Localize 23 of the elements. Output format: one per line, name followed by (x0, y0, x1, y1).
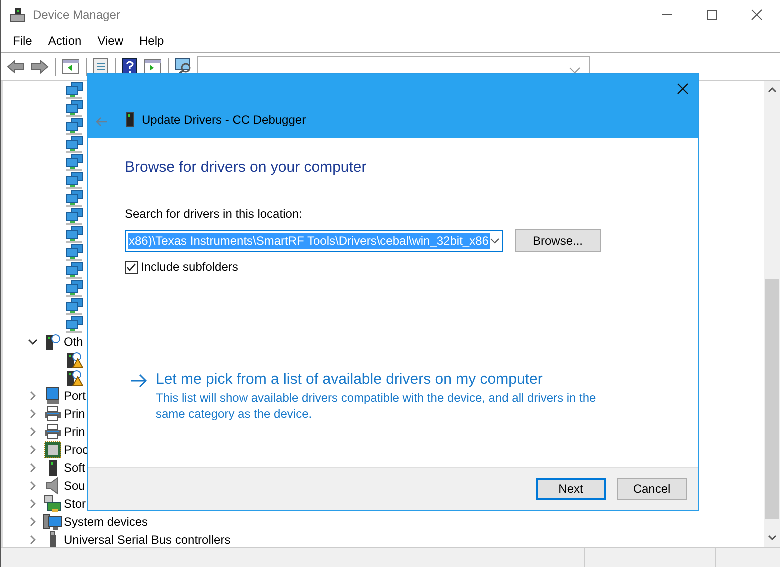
checkbox-label[interactable]: Include subfolders (141, 260, 238, 274)
tree-item[interactable]: Prin (64, 425, 86, 439)
tree-item[interactable]: System devices (64, 515, 148, 529)
tree-item[interactable]: Sou (64, 479, 86, 493)
dialog-title: Update Drivers - CC Debugger (142, 113, 306, 127)
tree-item[interactable]: Soft (64, 461, 86, 475)
tree-item[interactable]: Universal Serial Bus controllers (64, 533, 231, 547)
tree-item[interactable]: Port (64, 389, 86, 403)
browse-button[interactable]: Browse... (515, 229, 601, 252)
dialog-heading: Browse for drivers on your computer (125, 159, 368, 176)
cancel-button[interactable]: Cancel (617, 478, 687, 500)
pick-driver-link[interactable]: Let me pick from a list of available drivers on my computer (156, 371, 606, 388)
menu-item[interactable]: View (90, 34, 132, 48)
link-description: This list will show available drivers compatible with the device, and all drivers in the same category as the device. (156, 390, 598, 422)
tree-item[interactable]: Oth (64, 335, 84, 349)
menu-item[interactable]: Help (132, 34, 172, 48)
window-title: Device Manager (33, 8, 120, 22)
next-button[interactable]: Next (536, 478, 606, 500)
tree-item[interactable]: Prin (64, 407, 86, 421)
field-label: Search for drivers in this location: (125, 207, 304, 221)
menu-item[interactable]: File (5, 34, 40, 48)
tree-item[interactable]: Stor (64, 497, 86, 511)
menu-item[interactable]: Action (40, 34, 90, 48)
